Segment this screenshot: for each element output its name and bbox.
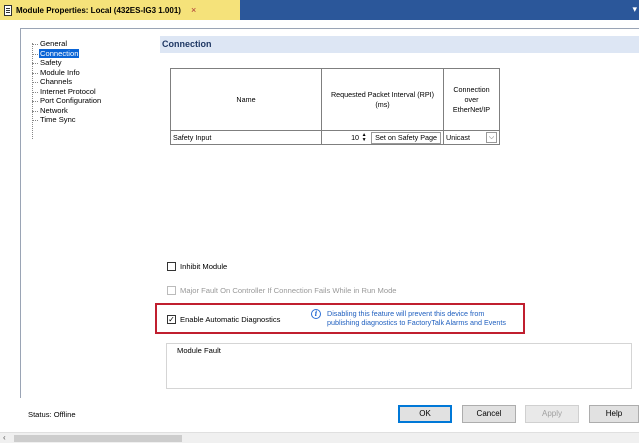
cancel-button[interactable]: Cancel: [462, 405, 516, 423]
cell-name: Safety Input: [170, 130, 322, 145]
apply-button: Apply: [525, 405, 579, 423]
column-header-connection: Connection over EtherNet/IP: [443, 68, 500, 131]
info-line-2: publishing diagnostics to FactoryTalk Al…: [327, 318, 506, 327]
major-fault-option: Major Fault On Controller If Connection …: [167, 286, 397, 295]
tree-item-safety[interactable]: Safety: [29, 58, 159, 68]
tree-item-label: Channels: [40, 77, 73, 86]
connection-table: Name Requested Packet Interval (RPI) (ms…: [170, 68, 500, 145]
table-row: Safety Input 10 ▲ ▼ Set on Safety Page Un…: [170, 130, 500, 145]
inhibit-module-label: Inhibit Module: [180, 262, 228, 271]
inhibit-module-option[interactable]: Inhibit Module: [167, 262, 227, 271]
module-fault-label: Module Fault: [175, 346, 223, 355]
document-tab-bar: Module Properties: Local (432ES-IG3 1.00…: [0, 0, 639, 20]
chevron-left-icon[interactable]: ‹: [3, 433, 6, 443]
chevron-down-icon[interactable]: ⌵: [486, 132, 497, 143]
document-icon: [4, 4, 12, 16]
tree-item-label: Internet Protocol: [40, 86, 96, 96]
category-tree: General Connection Safety Module Info Ch…: [29, 39, 159, 139]
tab-module-properties[interactable]: Module Properties: Local (432ES-IG3 1.00…: [0, 0, 240, 20]
cell-connection[interactable]: Unicast ⌵: [443, 130, 500, 145]
info-icon: i: [311, 309, 321, 319]
major-fault-label: Major Fault On Controller If Connection …: [180, 286, 397, 295]
section-title: Connection: [160, 36, 639, 53]
tree-item-network[interactable]: Network: [29, 106, 159, 116]
auto-diagnostics-option[interactable]: ✓ Enable Automatic Diagnostics: [167, 315, 280, 324]
inhibit-module-checkbox[interactable]: [167, 262, 176, 271]
table-header-row: Name Requested Packet Interval (RPI) (ms…: [170, 68, 500, 131]
tree-item-connection[interactable]: Connection: [29, 48, 159, 59]
connection-type-select[interactable]: Unicast: [446, 133, 470, 142]
tree-item-channels[interactable]: Channels: [29, 77, 159, 87]
module-fault-group: Module Fault: [166, 343, 632, 389]
tree-item-label: General: [40, 39, 68, 48]
tree-item-label: Connection: [39, 48, 80, 58]
auto-diagnostics-label: Enable Automatic Diagnostics: [180, 315, 281, 324]
diagnostics-info: i Disabling this feature will prevent th…: [311, 309, 506, 327]
close-icon[interactable]: ×: [191, 5, 196, 15]
rpi-mode-field: Set on Safety Page: [371, 131, 441, 144]
spinner-icon[interactable]: ▲ ▼: [361, 132, 367, 143]
tab-title: Module Properties: Local (432ES-IG3 1.00…: [16, 5, 181, 15]
tree-item-general[interactable]: General: [29, 39, 159, 49]
column-header-name: Name: [170, 68, 322, 131]
auto-diagnostics-checkbox[interactable]: ✓: [167, 315, 176, 324]
tree-item-label: Module Info: [40, 67, 80, 77]
help-button[interactable]: Help: [589, 405, 639, 423]
tree-item-port-configuration[interactable]: Port Configuration: [29, 96, 159, 106]
connection-panel: Connection Name Requested Packet Interva…: [160, 36, 639, 396]
info-line-1: Disabling this feature will prevent this…: [327, 309, 485, 318]
horizontal-scrollbar[interactable]: ‹: [0, 432, 639, 443]
column-header-rpi: Requested Packet Interval (RPI) (ms): [321, 68, 444, 131]
chevron-down-icon[interactable]: ▾: [632, 4, 637, 15]
tree-item-module-info[interactable]: Module Info: [29, 68, 159, 78]
status-text: Status: Offline: [28, 410, 76, 419]
tree-item-label: Port Configuration: [40, 96, 102, 105]
tree-item-label: Time Sync: [40, 115, 76, 124]
tree-item-time-sync[interactable]: Time Sync: [29, 115, 159, 125]
tree-item-label: Network: [40, 105, 68, 115]
cell-rpi: 10 ▲ ▼ Set on Safety Page: [321, 130, 444, 145]
tree-item-internet-protocol[interactable]: Internet Protocol: [29, 87, 159, 97]
major-fault-checkbox: [167, 286, 176, 295]
scrollbar-thumb[interactable]: [14, 435, 182, 442]
rpi-value[interactable]: 10: [351, 133, 359, 142]
ok-button[interactable]: OK: [398, 405, 452, 423]
tree-item-label: Safety: [40, 58, 62, 67]
